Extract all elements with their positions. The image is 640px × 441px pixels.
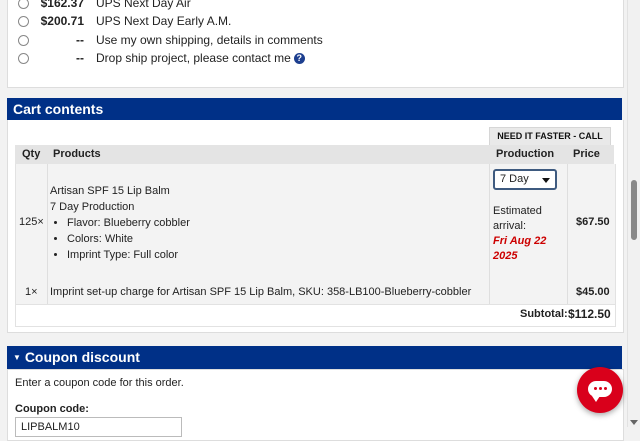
chat-button[interactable] <box>577 367 623 413</box>
shipping-price: $162.37 <box>40 0 84 10</box>
production-time-select[interactable]: 7 Day <box>493 169 557 190</box>
subtotal-label: Subtotal: <box>520 308 568 320</box>
cart-contents-title: Cart contents <box>13 101 104 117</box>
item-attribute: Colors: White <box>67 231 470 247</box>
column-divider <box>489 164 490 304</box>
item-name: Artisan SPF 15 Lip Balm <box>50 185 170 197</box>
coupon-header-text: Coupon discount <box>24 349 140 365</box>
shipping-radio[interactable] <box>18 34 29 46</box>
estimated-arrival: Estimated arrival: Fri Aug 22 2025 <box>493 204 546 264</box>
col-price: Price <box>573 148 600 160</box>
coupon-label: Coupon code: <box>15 403 89 415</box>
shipping-label: Use my own shipping, details in comments <box>96 33 323 47</box>
item-product: Artisan SPF 15 Lip Balm 7 Day Production… <box>50 183 470 263</box>
cart-contents-header: Cart contents <box>7 98 622 121</box>
shipping-price: $200.71 <box>40 14 84 28</box>
subtotal-value: $112.50 <box>568 307 611 321</box>
item-attribute: Flavor: Blueberry cobbler <box>67 215 470 231</box>
shipping-label-text: Drop ship project, please contact me <box>96 51 291 65</box>
shipping-label: UPS Next Day Air <box>96 0 191 10</box>
shipping-price: -- <box>76 51 84 65</box>
col-products: Products <box>53 148 101 160</box>
scrollbar-thumb[interactable] <box>631 180 637 240</box>
item-name: Imprint set-up charge for Artisan SPF 15… <box>50 286 472 298</box>
shipping-radio[interactable] <box>18 15 29 27</box>
col-qty: Qty <box>22 148 41 160</box>
column-divider <box>567 164 568 304</box>
item-price: $45.00 <box>576 286 610 298</box>
arrival-date: Fri Aug 22 <box>493 235 547 247</box>
item-price: $67.50 <box>576 216 610 228</box>
shipping-price: -- <box>76 33 84 47</box>
shipping-label: UPS Next Day Early A.M. <box>96 14 232 28</box>
item-attributes: Flavor: Blueberry cobbler Colors: White … <box>50 215 470 263</box>
subtotal-row: Subtotal: $112.50 <box>15 305 616 327</box>
scrollbar[interactable] <box>627 0 640 427</box>
production-time-value: 7 Day <box>500 173 529 185</box>
coupon-discount-header[interactable]: ▼ Coupon discount <box>7 346 622 369</box>
item-qty: 1× <box>25 286 38 298</box>
chat-bubble-icon <box>588 381 612 402</box>
cart-table-header: Qty Products Production Price <box>15 145 614 164</box>
caret-down-icon <box>542 178 550 183</box>
arrival-label: Estimated <box>493 205 542 217</box>
item-qty: 125× <box>19 216 44 228</box>
checkout-page: $162.37 UPS Next Day Air $200.71 UPS Nex… <box>0 0 628 441</box>
coupon-code-value: LIPBALM10 <box>21 421 80 433</box>
shipping-radio[interactable] <box>18 52 29 64</box>
item-attribute: Imprint Type: Full color <box>67 247 470 263</box>
coupon-discount-title: ▼ Coupon discount <box>13 346 140 369</box>
arrival-label: arrival: <box>493 220 527 232</box>
coupon-description: Enter a coupon code for this order. <box>15 377 184 389</box>
col-production: Production <box>496 148 555 160</box>
question-circle-icon[interactable]: ? <box>293 53 305 64</box>
item-production-note: 7 Day Production <box>50 201 135 213</box>
shipping-radio[interactable] <box>18 0 29 9</box>
need-it-faster-banner[interactable]: NEED IT FASTER - CALL <box>489 127 611 146</box>
scroll-down-arrow[interactable] <box>630 420 638 425</box>
shipping-label: Drop ship project, please contact me? <box>96 51 305 65</box>
column-divider <box>47 164 48 304</box>
triangle-down-icon: ▼ <box>13 353 21 362</box>
arrival-date: 2025 <box>493 250 518 262</box>
coupon-code-input[interactable]: LIPBALM10 <box>15 417 182 437</box>
